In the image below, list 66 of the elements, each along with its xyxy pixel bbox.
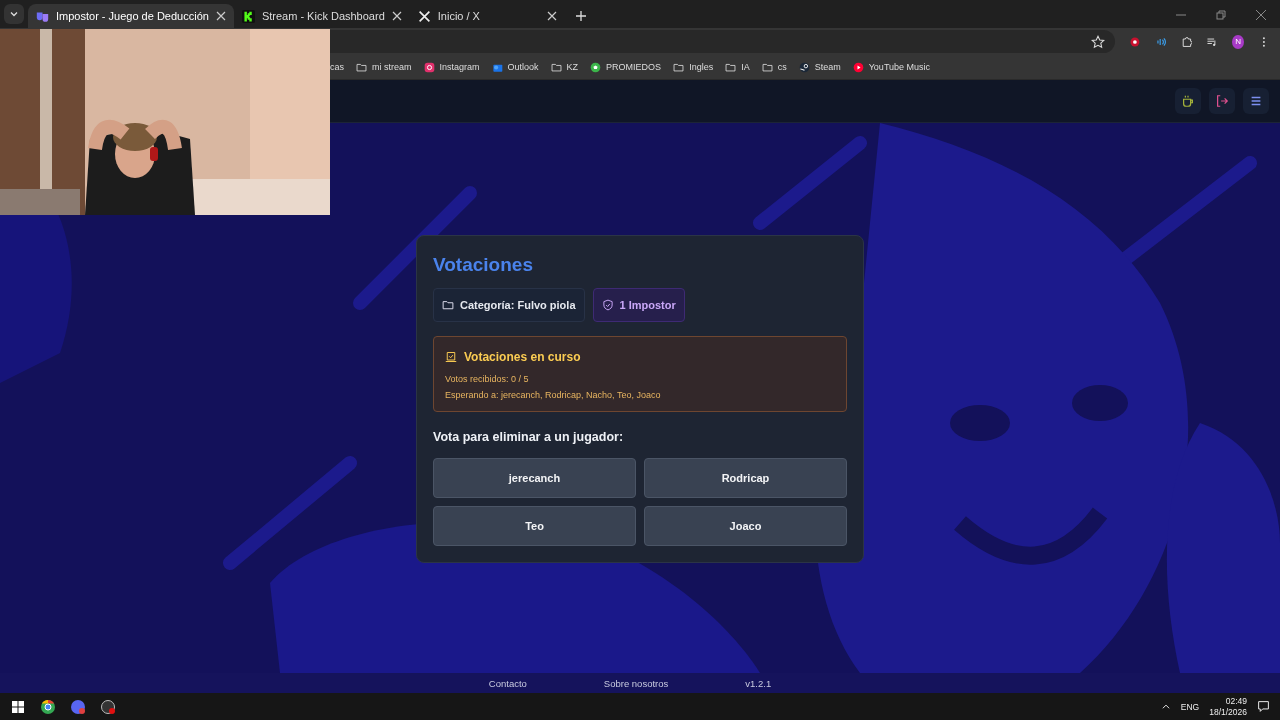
ball-icon (590, 61, 602, 73)
folder-icon (442, 299, 454, 311)
folder-icon (550, 61, 562, 73)
vote-prompt: Vota para eliminar a un jugador: (433, 430, 625, 444)
player-button[interactable]: Teo (433, 506, 636, 546)
tab-search-button[interactable] (4, 4, 24, 24)
close-icon[interactable] (391, 11, 402, 21)
waiting-list: Esperando a: jerecanch, Rodricap, Nacho, Teo, Joaco (445, 390, 835, 400)
close-icon[interactable] (215, 11, 226, 21)
recorder-icon[interactable] (100, 698, 116, 715)
folder-icon (356, 61, 367, 73)
steam-icon (798, 61, 810, 73)
notification-icon[interactable] (1257, 700, 1270, 713)
restore-icon[interactable] (1216, 10, 1226, 20)
clock-date[interactable]: 18/1/2026 (1209, 707, 1247, 717)
bookmark[interactable]: KZ (550, 61, 579, 73)
close-icon[interactable] (546, 11, 557, 21)
bookmark[interactable]: Ingles (673, 61, 714, 73)
bookmark[interactable]: PROMIEDOS (590, 61, 662, 73)
star-icon[interactable] (1091, 34, 1105, 49)
bookmark[interactable]: Steam (798, 61, 841, 73)
coffee-button[interactable] (1175, 88, 1201, 114)
new-tab-icon[interactable] (574, 10, 587, 22)
status-title: Votaciones en curso (464, 350, 581, 364)
votes-count: Votos recibidos: 0 / 5 (445, 374, 530, 384)
bookmark[interactable]: YouTube Music (852, 61, 931, 73)
bookmark[interactable]: mi stream (356, 61, 412, 73)
logout-button[interactable] (1209, 88, 1235, 114)
shield-icon (601, 299, 614, 311)
footer-link[interactable]: Contacto (488, 677, 527, 689)
x-logo-icon (417, 9, 431, 23)
bookmark[interactable]: cas (330, 62, 344, 72)
k-logo-icon (241, 9, 255, 23)
bookmark[interactable]: cs (761, 61, 787, 73)
bookmark[interactable]: Instagram (423, 61, 480, 73)
browser-tab[interactable]: Impostor - Juego de Deducción (28, 4, 234, 28)
menu-icon (1249, 94, 1263, 108)
player-button[interactable]: Joaco (644, 506, 847, 546)
bookmark[interactable]: IA (725, 61, 750, 73)
play-icon (852, 61, 864, 73)
windows-icon[interactable] (10, 698, 26, 715)
footer-link[interactable]: Sobre nosotros (603, 677, 669, 689)
caret-down-icon (10, 10, 18, 18)
category-label: Categoría: Fulvo piola (460, 299, 576, 311)
folder-icon (725, 61, 737, 73)
chrome-icon[interactable] (40, 698, 56, 715)
impostor-count: 1 Impostor (619, 299, 676, 311)
language-indicator[interactable]: ENG (1180, 701, 1200, 712)
browser-tab[interactable]: Inicio / X (409, 4, 565, 28)
version-label: v1.2.1 (745, 677, 772, 689)
coffee-cup-icon (1181, 94, 1195, 108)
profile-avatar[interactable]: N (1232, 34, 1245, 49)
folder-icon (761, 61, 773, 73)
browser-tab[interactable]: Stream - Kick Dashboard (233, 4, 410, 28)
menu-button[interactable] (1243, 88, 1269, 114)
card-title: Votaciones (433, 254, 534, 276)
close-icon[interactable] (1256, 10, 1266, 20)
bookmark[interactable]: Outlook (491, 61, 539, 73)
folder-icon (673, 61, 685, 73)
player-button[interactable]: jerecanch (433, 458, 636, 498)
camera-icon (423, 61, 435, 73)
player-button[interactable]: Rodricap (644, 458, 847, 498)
ballot-icon (445, 351, 457, 363)
logout-icon (1215, 94, 1229, 108)
clock-time[interactable]: 02:49 (1225, 696, 1247, 706)
extensions-icon[interactable] (1180, 34, 1193, 49)
